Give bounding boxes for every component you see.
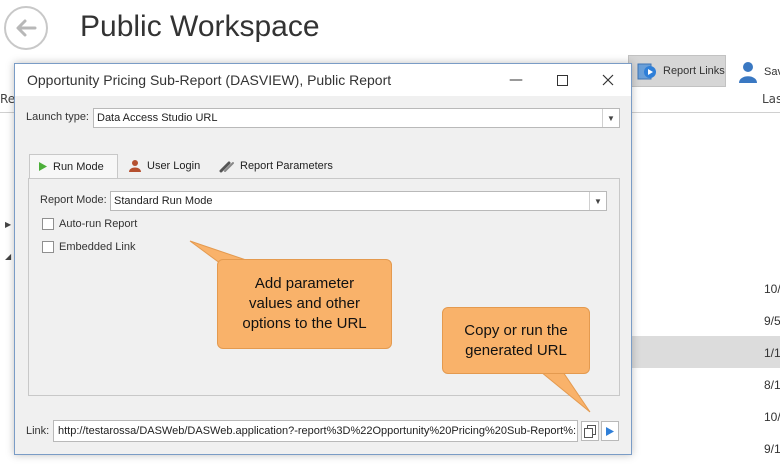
params-callout: Add parameter values and other options t… [217, 259, 392, 349]
params-callout-line: options to the URL [242, 315, 367, 332]
params-callout-line: values and other [249, 295, 360, 312]
params-callout-line: Add parameter [254, 275, 355, 292]
copy-callout: Copy or run the generated URL [442, 307, 590, 374]
callout-pointers [189, 240, 591, 413]
copy-callout-line: generated URL [465, 341, 567, 359]
copy-callout-pointer [539, 371, 591, 413]
copy-callout-line: Copy or run the [464, 321, 568, 339]
